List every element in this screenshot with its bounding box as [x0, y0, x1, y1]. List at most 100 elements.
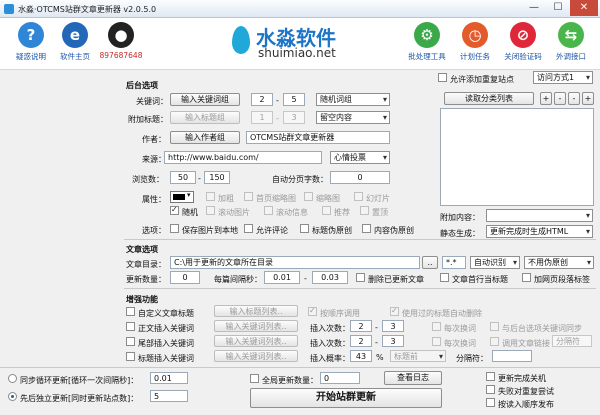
body-insert-min-input[interactable]: 2	[350, 320, 372, 332]
help-icon: ?	[18, 22, 44, 48]
tail-insert-min-input[interactable]: 2	[350, 335, 372, 347]
title-insert-kw-checkbox[interactable]	[126, 352, 135, 361]
site-category-list[interactable]	[440, 108, 594, 206]
tail-insert-kw-checkbox[interactable]	[126, 337, 135, 346]
title-insert-prob-input[interactable]: 43	[350, 350, 372, 362]
loop-update-radio[interactable]	[8, 374, 17, 383]
browse-dir-button[interactable]: ..	[422, 256, 438, 269]
attr-slide-checkbox[interactable]	[354, 192, 363, 201]
close-captcha-button[interactable]: ⊘ 关闭验证码	[498, 22, 548, 62]
author-input[interactable]: OTCMS站群文章更新器	[246, 131, 390, 144]
allow-comment-checkbox[interactable]	[244, 224, 253, 233]
schedule-button[interactable]: ◷ 计划任务	[450, 22, 500, 62]
external-api-button[interactable]: ⇆ 外调接口	[546, 22, 596, 62]
homepage-button[interactable]: e 软件主页	[50, 22, 100, 62]
keyword-group-button[interactable]: 输入关键词组	[170, 93, 240, 106]
extra-content-select[interactable]	[486, 209, 593, 222]
interval-max-input[interactable]: 0.03	[312, 271, 348, 284]
title-position-select[interactable]: 标题前	[390, 350, 446, 362]
body-insert-kw-checkbox[interactable]	[126, 322, 135, 331]
autopage-input[interactable]: 0	[330, 171, 390, 184]
views-min-input[interactable]: 50	[170, 171, 196, 184]
allow-duplicate-site-checkbox[interactable]	[438, 73, 447, 82]
update-count-input[interactable]: 0	[170, 271, 200, 284]
subtitle-group-button[interactable]: 输入标题组	[170, 111, 240, 124]
keyword-mode-select[interactable]: 随机词组	[316, 93, 390, 106]
add-category-button[interactable]: +	[582, 92, 594, 105]
remove-site-button[interactable]: -	[554, 92, 566, 105]
start-update-button[interactable]: 开始站群更新	[250, 388, 442, 408]
batch-tool-button[interactable]: ⚙ 批处理工具	[402, 22, 452, 62]
keyword-min-input[interactable]: 2	[251, 93, 273, 106]
source-input[interactable]: http://www.baidu.com/	[164, 151, 322, 164]
tail-kw-list-button[interactable]: 输入关键词列表..	[214, 335, 298, 347]
separator-input[interactable]	[492, 350, 532, 362]
custom-title-checkbox[interactable]	[126, 307, 135, 316]
close-button[interactable]: ✕	[570, 0, 598, 16]
content-rewrite-checkbox[interactable]	[362, 224, 371, 233]
author-label: 作者：	[142, 135, 166, 144]
body-kw-list-button[interactable]: 输入关键词列表..	[214, 320, 298, 332]
add-site-button[interactable]: +	[540, 92, 552, 105]
rewrite-mode-select[interactable]: 不用伪原创	[524, 256, 594, 269]
attr-top-checkbox[interactable]	[360, 206, 369, 215]
tail-insert-max-input[interactable]: 3	[382, 335, 404, 347]
title-list-button[interactable]: 输入标题列表..	[214, 305, 298, 317]
subtitle-min-input[interactable]: 1	[251, 111, 273, 124]
remove-category-button[interactable]: -	[568, 92, 580, 105]
delete-used-title-checkbox[interactable]	[390, 306, 399, 316]
encoding-select[interactable]: 自动识别	[470, 256, 520, 269]
read-category-list-button[interactable]: 读取分类列表	[444, 92, 534, 105]
subtitle-mode-select[interactable]: 留空内容	[316, 111, 390, 124]
article-dir-input[interactable]: C:\用于更新的文章所在目录	[170, 256, 420, 269]
tail-change-kw-checkbox[interactable]	[432, 337, 441, 346]
attr-recommend-checkbox[interactable]	[322, 206, 331, 215]
logo-text-en: shuimiao.net	[258, 46, 336, 60]
autopage-label: 自动分页字数：	[272, 175, 328, 184]
sequential-call-checkbox[interactable]	[308, 306, 317, 316]
body-change-kw-checkbox[interactable]	[432, 322, 441, 331]
attr-thumb-checkbox[interactable]	[304, 192, 313, 201]
loop-interval-input[interactable]: 0.01	[150, 372, 188, 384]
title-kw-list-button[interactable]: 输入关键词列表..	[214, 350, 298, 362]
source-mode-select[interactable]: 心情投票	[330, 151, 390, 164]
save-images-checkbox[interactable]	[170, 224, 179, 233]
views-max-input[interactable]: 150	[204, 171, 230, 184]
sync-kw-checkbox[interactable]	[490, 322, 499, 331]
global-count-checkbox[interactable]	[250, 374, 259, 383]
link-separator-input[interactable]: 分隔符	[552, 335, 592, 347]
append-tag-checkbox[interactable]	[522, 273, 531, 282]
title-rewrite-checkbox[interactable]	[300, 224, 309, 233]
minimize-button[interactable]: —	[522, 0, 546, 16]
interval-min-input[interactable]: 0.01	[264, 271, 300, 284]
subtitle-max-input[interactable]: 3	[283, 111, 305, 124]
access-mode-select[interactable]: 访问方式1	[533, 71, 593, 84]
attr-color-picker[interactable]: ▾	[170, 191, 194, 203]
maximize-button[interactable]: ☐	[546, 0, 570, 16]
body-insert-max-input[interactable]: 3	[382, 320, 404, 332]
interval-label: 每篇间隔秒：	[214, 275, 262, 284]
view-log-button[interactable]: 查看日志	[384, 371, 442, 385]
static-gen-select[interactable]: 更新完成时生成HTML	[486, 225, 593, 238]
first-line-title-checkbox[interactable]	[440, 273, 449, 282]
author-group-button[interactable]: 输入作者组	[170, 131, 240, 144]
retry-checkbox[interactable]	[486, 385, 495, 394]
attr-bold-checkbox[interactable]	[206, 192, 215, 201]
link-article-checkbox[interactable]	[490, 337, 499, 346]
delete-after-checkbox[interactable]	[356, 273, 365, 282]
homepage-label: 软件主页	[60, 52, 90, 61]
attr-scroll-image-checkbox[interactable]	[206, 206, 215, 215]
shutdown-checkbox[interactable]	[486, 372, 495, 381]
site-count-input[interactable]: 5	[150, 390, 188, 402]
globe-icon: e	[62, 22, 88, 48]
attr-home-thumb-checkbox[interactable]	[244, 192, 253, 201]
global-count-input[interactable]: 0	[320, 372, 360, 384]
file-ext-input[interactable]: *.*	[442, 256, 466, 269]
attr-random-checkbox[interactable]	[170, 205, 179, 215]
attr-scroll-info-checkbox[interactable]	[264, 206, 273, 215]
keyword-max-input[interactable]: 5	[283, 93, 305, 106]
publish-order-checkbox[interactable]	[486, 398, 495, 407]
help-button[interactable]: ? 疑惑说明	[6, 22, 56, 62]
independent-update-radio[interactable]	[8, 392, 17, 401]
qq-button[interactable]: ● 897687648	[96, 22, 146, 60]
